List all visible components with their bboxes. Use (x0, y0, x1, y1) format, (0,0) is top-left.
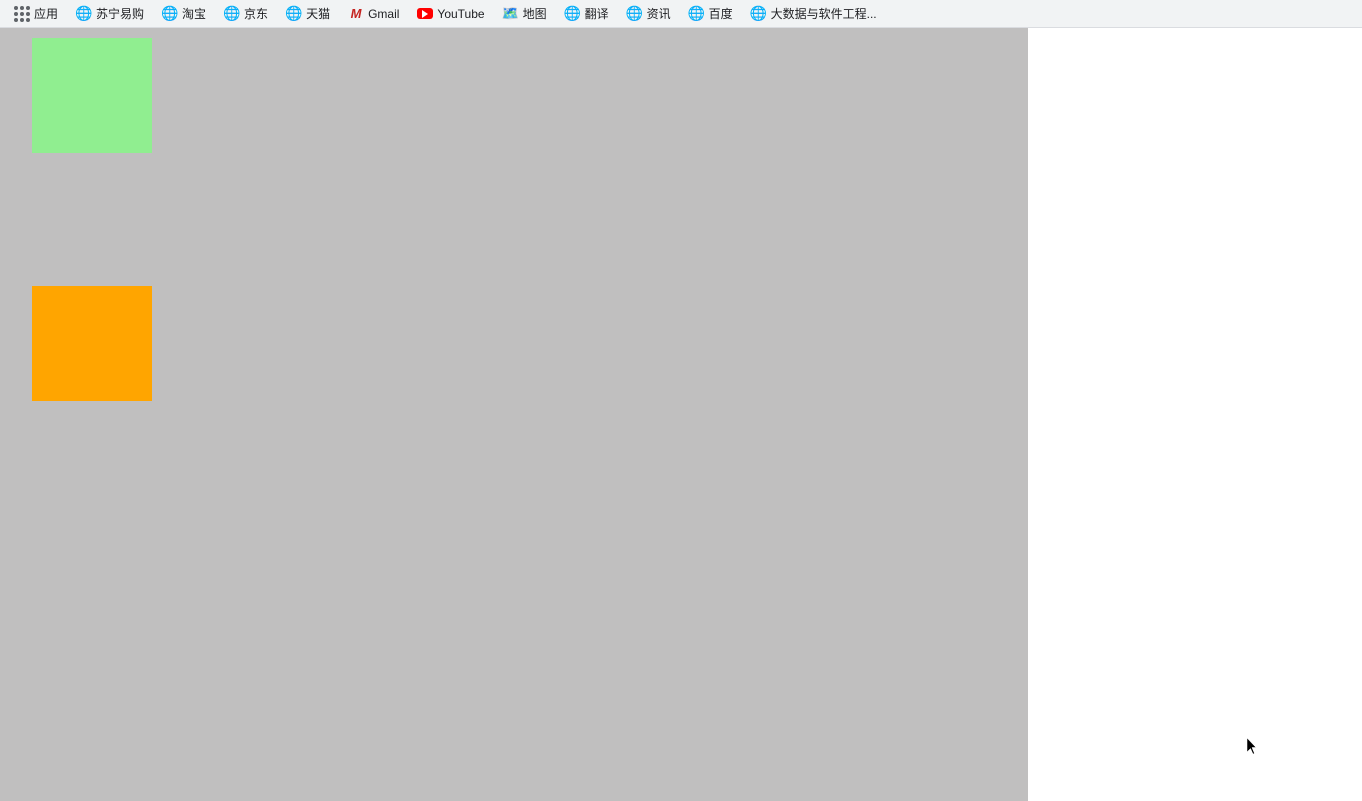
green-rectangle (32, 38, 152, 153)
bookmark-fanyi[interactable]: 🌐 翻译 (557, 3, 617, 25)
gmail-icon: M (348, 6, 364, 22)
bookmark-zixun-label: 资讯 (647, 5, 671, 22)
bookmarks-bar: 应用 🌐 苏宁易购 🌐 淘宝 🌐 京东 🌐 天猫 M Gmail (0, 0, 1362, 28)
globe-icon-fanyi: 🌐 (565, 6, 581, 22)
bookmark-suning[interactable]: 🌐 苏宁易购 (68, 3, 152, 25)
globe-icon-taobao: 🌐 (162, 6, 178, 22)
bookmark-tianmao[interactable]: 🌐 天猫 (278, 3, 338, 25)
bookmark-baidu-label: 百度 (709, 5, 733, 22)
bookmark-baidu[interactable]: 🌐 百度 (681, 3, 741, 25)
bookmark-fanyi-label: 翻译 (585, 5, 609, 22)
right-panel (1028, 28, 1362, 801)
bookmark-taobao-label: 淘宝 (182, 5, 206, 22)
apps-icon (14, 6, 30, 22)
globe-icon-tianmao: 🌐 (286, 6, 302, 22)
bookmark-ditu-label: 地图 (523, 5, 547, 22)
maps-icon: 🗺️ (503, 6, 519, 22)
bookmark-bigdata[interactable]: 🌐 大数据与软件工程... (743, 3, 885, 25)
youtube-icon (417, 6, 433, 22)
bookmark-gmail[interactable]: M Gmail (340, 3, 407, 25)
bookmark-apps-label: 应用 (34, 5, 58, 22)
bookmark-apps[interactable]: 应用 (6, 3, 66, 25)
globe-icon-suning: 🌐 (76, 6, 92, 22)
bookmark-youtube-label: YouTube (437, 7, 484, 21)
bookmark-tianmao-label: 天猫 (306, 5, 330, 22)
globe-icon-bigdata: 🌐 (751, 6, 767, 22)
bookmark-suning-label: 苏宁易购 (96, 5, 144, 22)
globe-icon-zixun: 🌐 (627, 6, 643, 22)
bookmark-gmail-label: Gmail (368, 7, 399, 21)
bookmark-ditu[interactable]: 🗺️ 地图 (495, 3, 555, 25)
globe-icon-jingdong: 🌐 (224, 6, 240, 22)
bookmark-jingdong-label: 京东 (244, 5, 268, 22)
bookmark-youtube[interactable]: YouTube (409, 3, 492, 25)
page-wrapper: 应用 🌐 苏宁易购 🌐 淘宝 🌐 京东 🌐 天猫 M Gmail (0, 0, 1362, 801)
bookmark-zixun[interactable]: 🌐 资讯 (619, 3, 679, 25)
bookmark-jingdong[interactable]: 🌐 京东 (216, 3, 276, 25)
globe-icon-baidu: 🌐 (689, 6, 705, 22)
orange-rectangle (32, 286, 152, 401)
bookmark-taobao[interactable]: 🌐 淘宝 (154, 3, 214, 25)
main-content (0, 28, 1028, 801)
bookmark-bigdata-label: 大数据与软件工程... (771, 5, 877, 22)
